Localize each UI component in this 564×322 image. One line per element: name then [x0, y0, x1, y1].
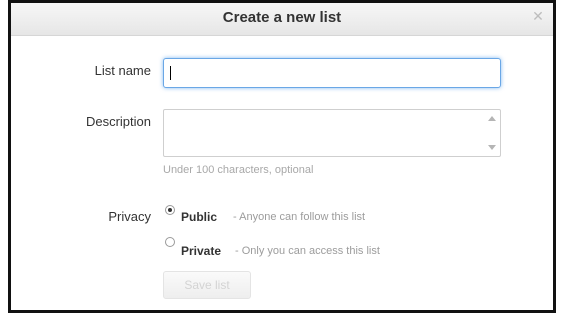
public-option-description-text: Anyone can follow this list [239, 211, 366, 223]
private-radio[interactable] [165, 237, 175, 247]
description-separator: - [235, 245, 242, 257]
description-label: Description [85, 114, 151, 129]
create-list-dialog: Create a new list ✕ List name Descriptio… [8, 0, 556, 313]
private-option-label[interactable]: Private [181, 244, 221, 258]
text-caret [170, 66, 171, 80]
private-option-description-text: Only you can access this list [241, 245, 380, 257]
public-radio[interactable] [165, 205, 175, 215]
dialog-titlebar: Create a new list ✕ [11, 0, 553, 36]
close-icon[interactable]: ✕ [531, 9, 545, 23]
scroll-up-icon[interactable] [488, 116, 496, 121]
privacy-label: Privacy [108, 209, 151, 224]
save-list-button[interactable]: Save list [163, 271, 251, 299]
private-option-description: - Only you can access this list [235, 245, 380, 257]
public-option-description: - Anyone can follow this list [233, 211, 365, 223]
description-textarea[interactable] [163, 109, 501, 157]
scroll-down-icon[interactable] [488, 145, 496, 150]
dialog-title: Create a new list [222, 9, 342, 26]
list-name-input[interactable] [163, 58, 501, 88]
list-name-label: List name [94, 63, 151, 78]
public-option-label[interactable]: Public [181, 210, 217, 224]
description-hint: Under 100 characters, optional [163, 164, 314, 176]
